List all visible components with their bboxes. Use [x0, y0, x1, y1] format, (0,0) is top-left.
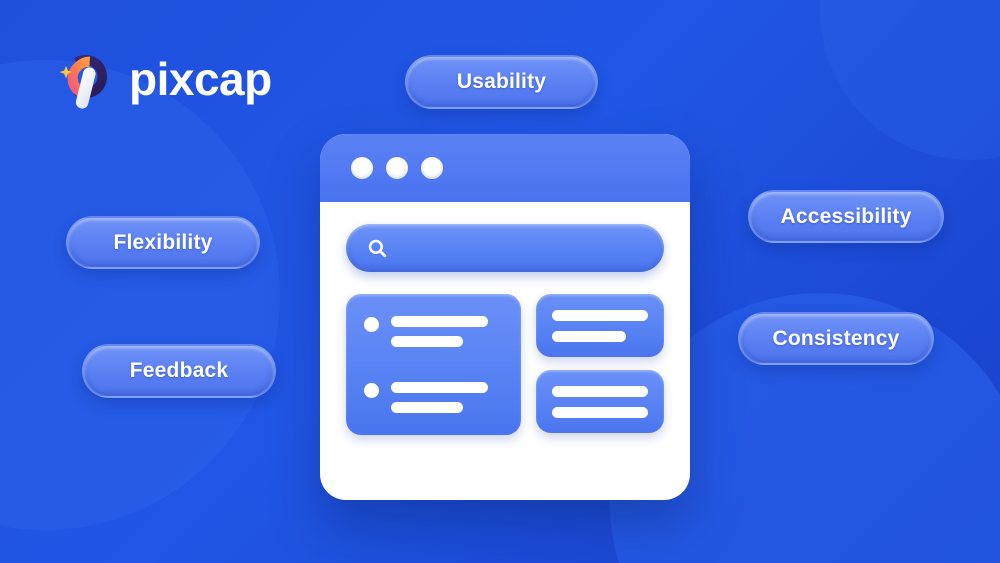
pill-accessibility[interactable]: Accessibility — [748, 190, 944, 243]
text-line — [391, 336, 463, 347]
decorative-circle-top-right — [820, 0, 1000, 160]
side-card[interactable] — [536, 294, 664, 357]
pill-consistency[interactable]: Consistency — [738, 312, 934, 365]
search-input[interactable] — [346, 224, 664, 272]
bullet-icon — [364, 383, 379, 398]
text-line — [391, 382, 488, 393]
list-card[interactable] — [346, 294, 521, 435]
brand-logo[interactable]: pixcap — [55, 46, 272, 112]
text-line — [552, 385, 648, 397]
list-item-lines — [391, 316, 488, 347]
text-line — [391, 402, 463, 413]
text-line — [552, 330, 626, 342]
pixcap-logo-mark-icon — [55, 46, 117, 112]
close-dot-icon[interactable] — [351, 157, 373, 179]
pill-feedback[interactable]: Feedback — [82, 344, 276, 398]
window-body — [320, 202, 690, 435]
side-card[interactable] — [536, 370, 664, 433]
decorative-circle-left — [0, 60, 280, 530]
search-icon — [368, 239, 387, 257]
pill-usability[interactable]: Usability — [405, 55, 598, 109]
list-item — [364, 316, 503, 347]
content-cards — [346, 294, 664, 435]
brand-wordmark: pixcap — [129, 53, 272, 105]
pill-flexibility[interactable]: Flexibility — [66, 216, 260, 269]
list-item-lines — [391, 382, 488, 413]
minimize-dot-icon[interactable] — [386, 157, 408, 179]
maximize-dot-icon[interactable] — [421, 157, 443, 179]
window-titlebar — [320, 134, 690, 202]
text-line — [552, 406, 648, 418]
text-line — [552, 309, 648, 321]
side-cards-column — [536, 294, 664, 435]
browser-window-mockup — [320, 134, 690, 500]
text-line — [391, 316, 488, 327]
bullet-icon — [364, 317, 379, 332]
list-item — [364, 382, 503, 413]
